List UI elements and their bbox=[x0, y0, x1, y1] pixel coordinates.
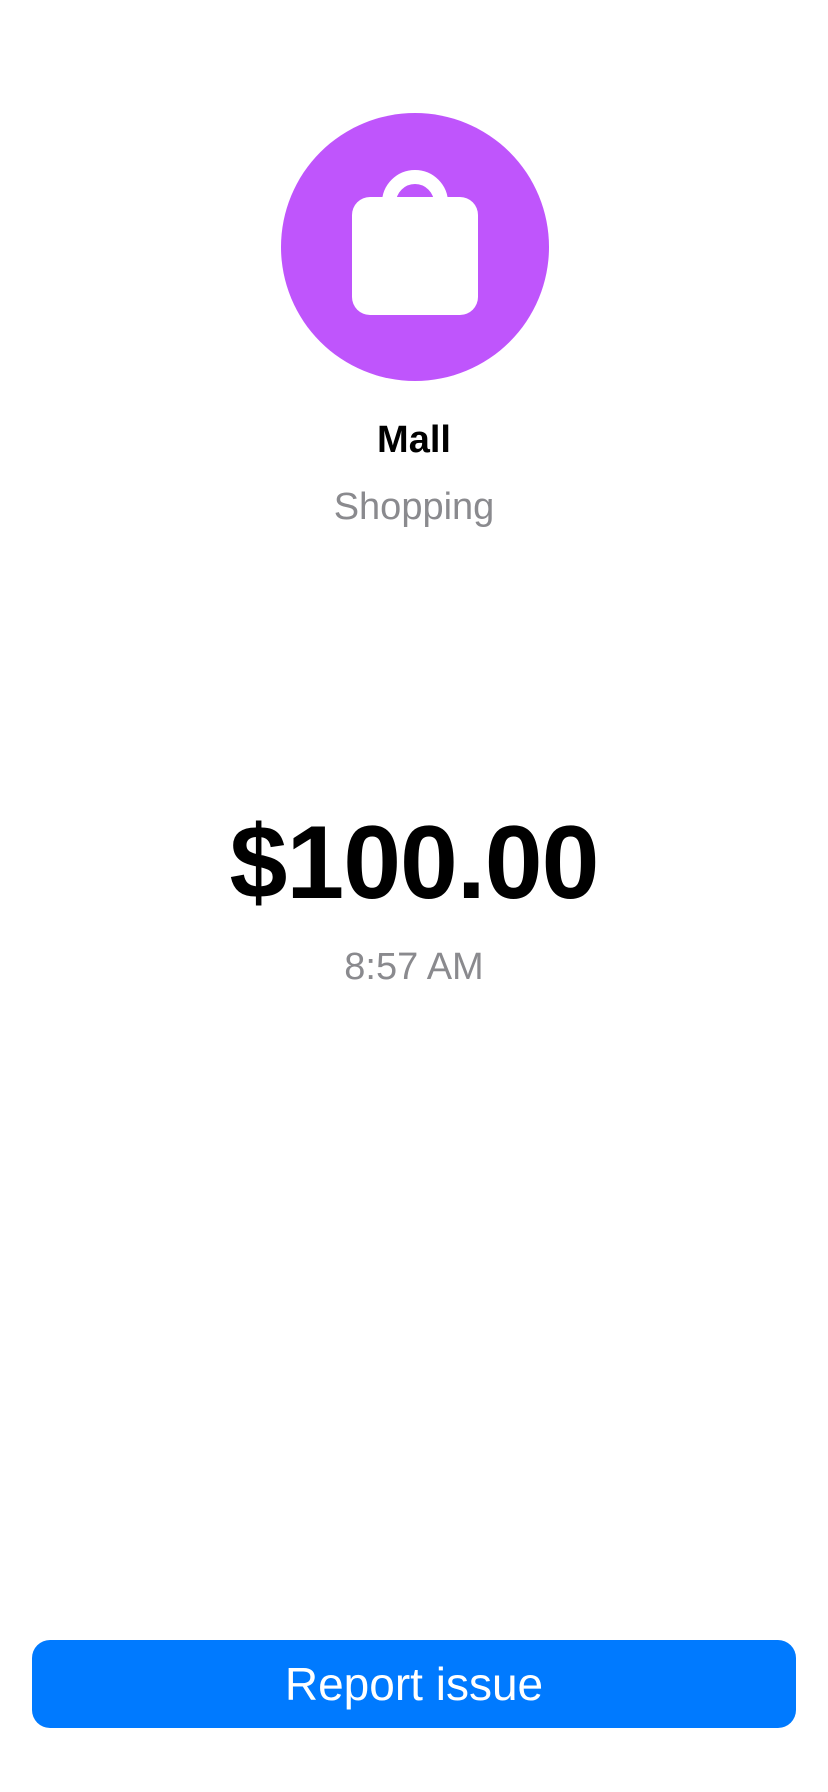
transaction-time: 8:57 AM bbox=[344, 946, 484, 988]
merchant-category: Shopping bbox=[333, 486, 495, 528]
shopping-bag-icon bbox=[352, 170, 478, 315]
transaction-amount: $100.00 bbox=[229, 805, 600, 921]
merchant-icon-badge bbox=[281, 113, 549, 381]
merchant-name: Mall bbox=[377, 419, 451, 461]
report-issue-button[interactable]: Report issue bbox=[32, 1640, 796, 1728]
